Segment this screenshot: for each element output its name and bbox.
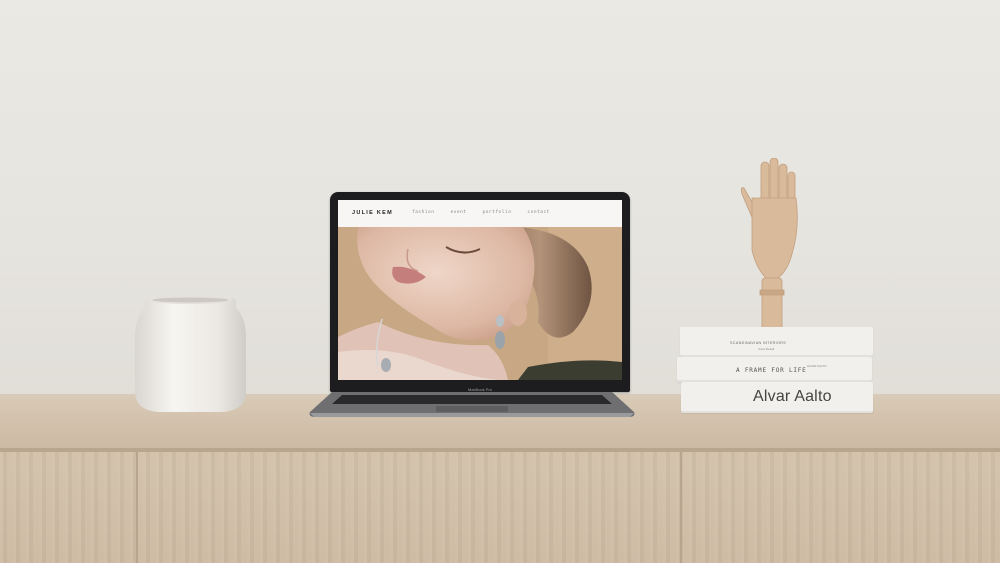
nav-link-fashion[interactable]: fashion xyxy=(412,210,434,215)
website-nav-links: fashion event portfolio contact xyxy=(412,210,550,215)
book-top-author: Anna Rosall xyxy=(758,347,775,351)
laptop-screen: JULIE KEM fashion event portfolio contac… xyxy=(338,200,622,380)
website-logo[interactable]: JULIE KEM xyxy=(352,210,393,216)
nav-link-portfolio[interactable]: portfolio xyxy=(483,210,512,215)
cabinet-seam xyxy=(136,452,138,563)
book-middle-title: A FRAME FOR LIFE xyxy=(736,367,807,374)
hero-portrait-image xyxy=(338,227,622,380)
ceramic-vase xyxy=(135,296,246,412)
book-middle-subtitle: ALVAR AALTO xyxy=(807,364,827,368)
nav-link-contact[interactable]: contact xyxy=(527,210,549,215)
nav-link-event[interactable]: event xyxy=(450,210,466,215)
website-navbar: JULIE KEM fashion event portfolio contac… xyxy=(338,200,622,227)
wooden-cabinet xyxy=(0,452,1000,563)
laptop-keyboard-base xyxy=(309,392,635,417)
scene: JULIE KEM fashion event portfolio contac… xyxy=(0,0,1000,563)
wooden-hand-figure xyxy=(740,158,798,331)
cabinet-seam xyxy=(680,452,682,563)
book-bottom-title: Alvar Aalto xyxy=(753,388,832,405)
book-top-title: SCANDINAVIAN INTERIORS xyxy=(730,341,787,345)
